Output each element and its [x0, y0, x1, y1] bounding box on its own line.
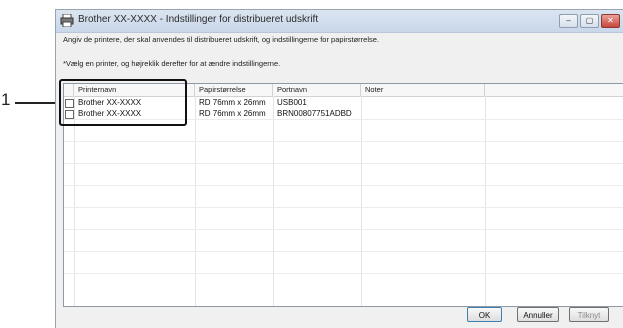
- grid-line: [64, 251, 623, 252]
- column-divider: [195, 96, 196, 306]
- port-name-cell: USB001: [277, 98, 307, 107]
- window-title: Brother XX-XXXX - Indstillinger for dist…: [78, 14, 319, 25]
- grid-line: [64, 185, 623, 186]
- minimize-button[interactable]: –: [559, 14, 578, 28]
- paper-size-cell: RD 76mm x 26mm: [199, 98, 266, 107]
- maximize-button[interactable]: ▢: [580, 14, 599, 28]
- column-divider: [485, 96, 486, 306]
- column-divider: [273, 96, 274, 306]
- grid-line: [64, 273, 623, 274]
- port-name-cell: BRN00807751ADBD: [277, 109, 352, 118]
- column-divider: [74, 96, 75, 306]
- printer-icon: [60, 14, 74, 27]
- grid-line: [64, 163, 623, 164]
- callout-number: 1: [1, 90, 11, 109]
- callout-highlight-box: [59, 79, 187, 126]
- grid-line: [64, 207, 623, 208]
- column-divider: [361, 96, 362, 306]
- cancel-button[interactable]: Annuller: [517, 307, 559, 322]
- close-button[interactable]: ✕: [601, 14, 620, 28]
- notes-cell: [361, 109, 485, 119]
- apply-button[interactable]: Tilknyt: [569, 307, 609, 322]
- grid-line: [64, 229, 623, 230]
- paper-size-cell: RD 76mm x 26mm: [199, 109, 266, 118]
- instruction-text: Angiv de printere, der skal anvendes til…: [63, 35, 379, 44]
- column-header-port[interactable]: Portnavn: [273, 84, 361, 96]
- instruction-hint: *Vælg en printer, og højreklik derefter …: [63, 59, 281, 68]
- dialog-window: Brother XX-XXXX - Indstillinger for dist…: [55, 9, 623, 328]
- grid-line: [64, 141, 623, 142]
- callout-leader-line: [15, 102, 59, 104]
- notes-cell: [361, 98, 485, 108]
- column-header-paper[interactable]: Papirstørrelse: [195, 84, 273, 96]
- title-bar: Brother XX-XXXX - Indstillinger for dist…: [56, 10, 623, 33]
- column-header-notes[interactable]: Noter: [361, 84, 485, 96]
- ok-button[interactable]: OK: [467, 307, 502, 322]
